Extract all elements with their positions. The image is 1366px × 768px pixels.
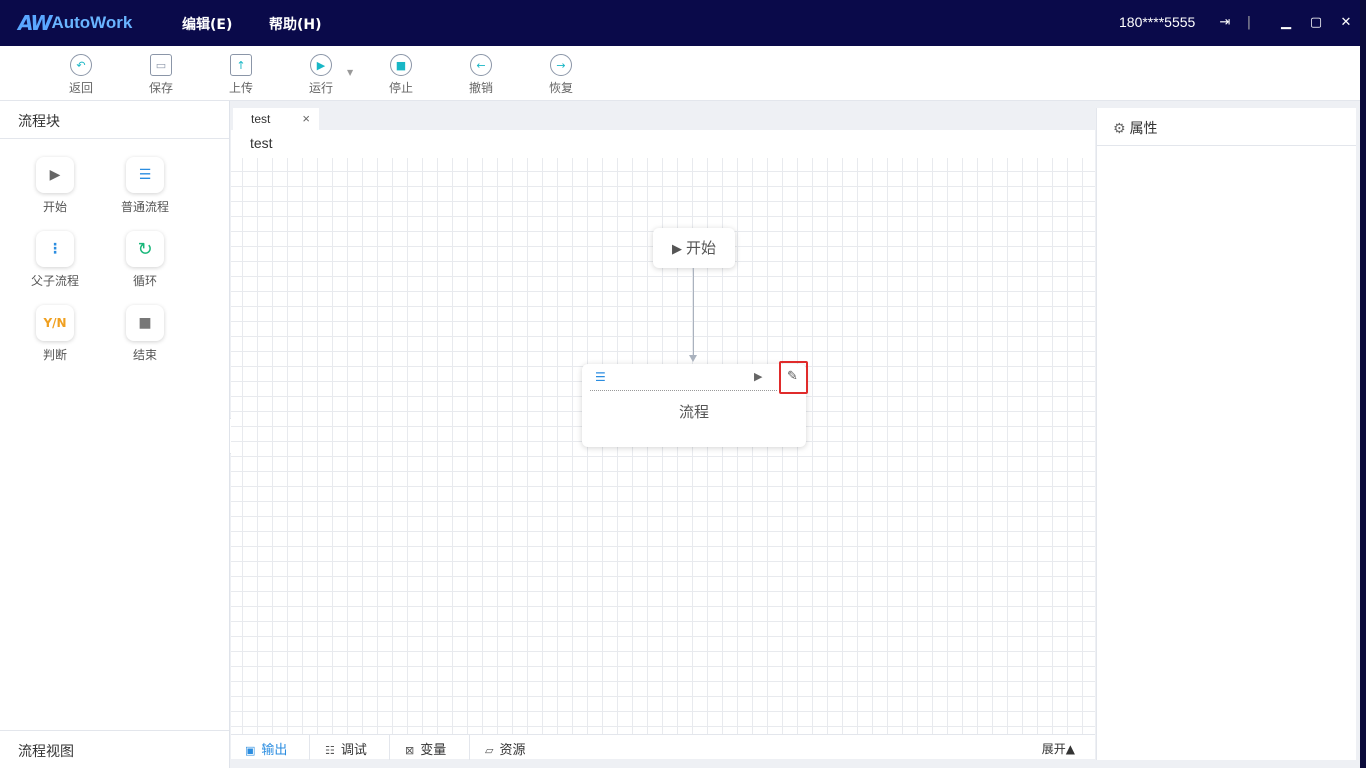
- back-button[interactable]: ↶ 返回: [56, 54, 106, 96]
- stop-button[interactable]: ■ 停止: [376, 54, 426, 96]
- block-loop-label: 循环: [132, 274, 157, 288]
- save-icon: ▭: [150, 54, 172, 76]
- pencil-icon: ✎: [787, 369, 798, 384]
- block-normal-flow-label: 普通流程: [120, 200, 169, 214]
- tab-debug-label: 调试: [340, 743, 367, 758]
- toolbar: ↶ 返回 ▭ 保存 ↑ 上传 ▶ 运行 ▼ ■ 停止 ← 撤销 → 恢复: [0, 46, 1360, 101]
- upload-button[interactable]: ↑ 上传: [216, 54, 266, 96]
- tab-divider: [389, 735, 390, 760]
- separator: |: [1246, 15, 1252, 30]
- block-loop[interactable]: ↻ 循环: [105, 231, 185, 289]
- flow-node[interactable]: ☰ ▶ 流程: [582, 364, 806, 447]
- undo-button[interactable]: ← 撤销: [456, 54, 506, 96]
- minimize-button[interactable]: ▁: [1277, 14, 1295, 32]
- expand-button[interactable]: 展开▲: [1042, 740, 1075, 757]
- properties-header: ⚙ 属性: [1097, 108, 1356, 146]
- back-icon: ↶: [70, 54, 92, 76]
- variable-icon: ⊠: [405, 744, 415, 757]
- tab-variables[interactable]: ⊠ 变量: [405, 735, 446, 760]
- stop-label: 停止: [388, 81, 413, 95]
- flow-canvas[interactable]: ▶ 开始 ☰ ▶ 流程 ✎: [231, 158, 1095, 734]
- logout-icon[interactable]: ⇥: [1216, 14, 1234, 32]
- run-node-icon[interactable]: ▶: [754, 370, 762, 383]
- list-icon: ☰: [126, 157, 164, 193]
- properties-title: 属性: [1129, 121, 1158, 137]
- undo-label: 撤销: [468, 81, 493, 95]
- screen-edge: [1360, 0, 1366, 768]
- block-start-label: 开始: [42, 200, 67, 214]
- list-icon: ☰: [595, 370, 606, 384]
- tree-icon: ⋮: [36, 231, 74, 267]
- edit-node-button[interactable]: ✎: [779, 361, 808, 394]
- upload-icon: ↑: [230, 54, 252, 76]
- app-logo: AW AutoWork: [18, 11, 132, 35]
- editor-tab-strip: test ×: [231, 108, 1095, 130]
- menu-edit[interactable]: 编辑(E): [182, 14, 232, 34]
- tab-resources-label: 资源: [499, 743, 526, 758]
- connector-arrow: [689, 355, 697, 362]
- flow-node-label: 流程: [678, 403, 709, 421]
- debug-icon: ☷: [325, 744, 335, 757]
- redo-button[interactable]: → 恢复: [536, 54, 586, 96]
- block-parent-child-flow[interactable]: ⋮ 父子流程: [15, 231, 95, 289]
- block-start[interactable]: ▶ 开始: [15, 157, 95, 215]
- output-icon: ▣: [245, 744, 256, 757]
- stop-square-icon: ■: [126, 305, 164, 341]
- redo-icon: →: [550, 54, 572, 76]
- close-button[interactable]: ✕: [1337, 14, 1355, 32]
- block-end-label: 结束: [132, 348, 157, 362]
- autowork-window: AW AutoWork 编辑(E) 帮助(H) 180****5555 ⇥ | …: [0, 0, 1360, 768]
- bottom-panel-tabs: ▣ 输出 ☷ 调试 ⊠ 变量 ▱ 资源 展开▲: [231, 734, 1095, 760]
- run-button[interactable]: ▶ 运行: [296, 54, 346, 96]
- tab-variables-label: 变量: [420, 743, 447, 758]
- block-end[interactable]: ■ 结束: [105, 305, 185, 363]
- block-condition-label: 判断: [42, 348, 67, 362]
- maximize-button[interactable]: ▢: [1307, 14, 1325, 32]
- close-tab-icon[interactable]: ×: [302, 111, 310, 126]
- folder-icon: ▱: [485, 744, 494, 757]
- tab-divider: [469, 735, 470, 760]
- tab-test[interactable]: test ×: [233, 108, 319, 130]
- stop-icon: ■: [390, 54, 412, 76]
- block-palette: 流程块 ▶ 开始 ☰ 普通流程 ⋮ 父子流程 ↻ 循环 Y/N 判断 ■ 结束 …: [0, 101, 230, 768]
- block-parent-child-label: 父子流程: [30, 274, 79, 288]
- run-label: 运行: [308, 81, 333, 95]
- run-dropdown-caret-icon[interactable]: ▼: [347, 68, 353, 77]
- tab-debug[interactable]: ☷ 调试: [325, 735, 367, 760]
- undo-icon: ←: [470, 54, 492, 76]
- menu-help[interactable]: 帮助(H): [269, 14, 322, 34]
- yes-no-icon: Y/N: [36, 305, 74, 341]
- properties-panel: ⚙ 属性: [1096, 108, 1356, 760]
- tab-divider: [309, 735, 310, 760]
- back-label: 返回: [68, 81, 93, 95]
- play-icon: ▶: [671, 242, 682, 257]
- block-normal-flow[interactable]: ☰ 普通流程: [105, 157, 185, 215]
- title-bar: AW AutoWork 编辑(E) 帮助(H) 180****5555 ⇥ | …: [0, 0, 1360, 46]
- save-label: 保存: [148, 81, 173, 95]
- palette-title: 流程块: [0, 101, 229, 139]
- save-button[interactable]: ▭ 保存: [136, 54, 186, 96]
- logo-text: AutoWork: [51, 13, 133, 32]
- tab-test-label: test: [251, 112, 271, 126]
- gear-icon: ⚙: [1113, 121, 1126, 137]
- start-node-label: 开始: [685, 239, 716, 257]
- tab-output[interactable]: ▣ 输出: [245, 735, 287, 760]
- play-icon: ▶: [36, 157, 74, 193]
- flow-node-header: ☰ ▶: [590, 364, 777, 391]
- flow-view-header[interactable]: 流程视图: [0, 730, 229, 768]
- block-condition[interactable]: Y/N 判断: [15, 305, 95, 363]
- connector-line: [693, 268, 694, 358]
- tab-output-label: 输出: [261, 743, 288, 758]
- loop-icon: ↻: [126, 231, 164, 267]
- start-node[interactable]: ▶ 开始: [653, 228, 735, 268]
- upload-label: 上传: [228, 81, 253, 95]
- run-icon: ▶: [310, 54, 332, 76]
- tab-resources[interactable]: ▱ 资源: [485, 735, 525, 760]
- redo-label: 恢复: [548, 81, 573, 95]
- user-account[interactable]: 180****5555: [1119, 14, 1195, 30]
- logo-mark: AW: [18, 11, 52, 35]
- canvas-title: test: [231, 130, 1095, 158]
